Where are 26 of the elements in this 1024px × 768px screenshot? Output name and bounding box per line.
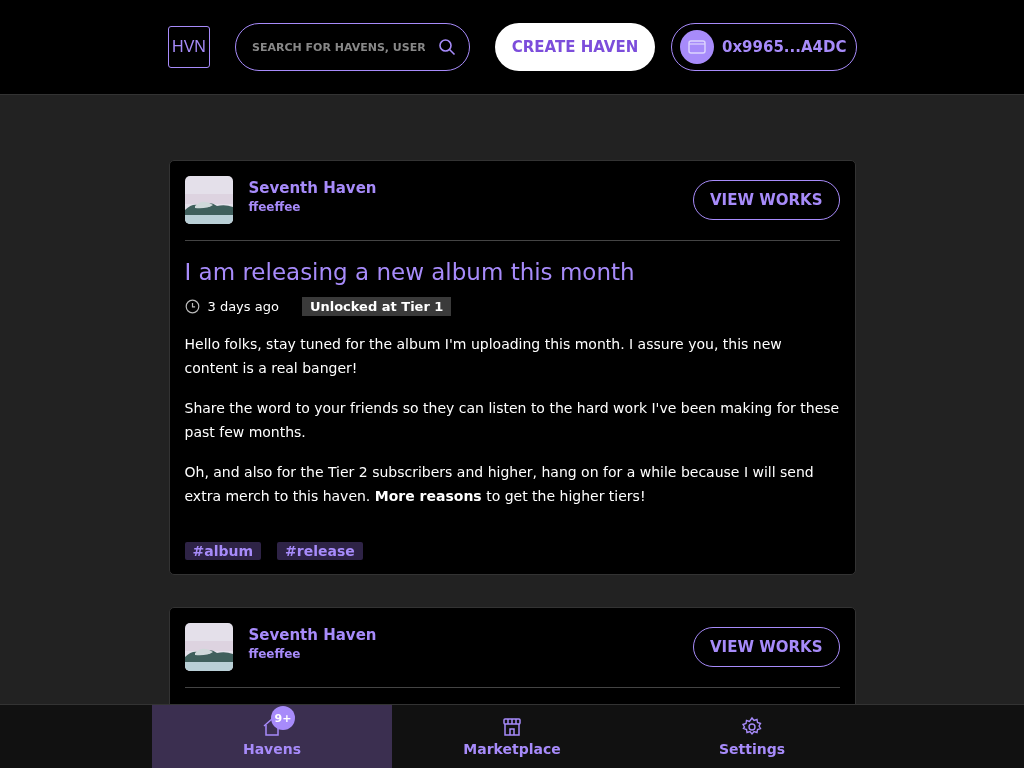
nav-tab[interactable]: Settings <box>632 705 872 768</box>
haven-name[interactable]: Seventh Haven <box>248 178 677 197</box>
search-field[interactable]: SEARCH FOR HAVENS, USER <box>235 23 470 71</box>
post-paragraph: Oh, and also for the Tier 2 subscribers and higher, hang on for a while because I will send extra merch to this haven. More reasons to get the higher tiers! <box>184 463 815 506</box>
view-works-button[interactable]: VIEW WORKS <box>693 627 840 667</box>
post-paragraph: Share the word to your friends so they can listen to the hard work I've been making for these past few months. <box>184 399 840 442</box>
hashtag[interactable]: #album <box>184 542 262 560</box>
post-time: 3 days ago <box>207 299 279 314</box>
logo[interactable]: HVN <box>168 26 210 68</box>
nav-tab[interactable]: 9+ Havens <box>152 705 392 768</box>
post-title: I am releasing a new album this month <box>184 259 636 285</box>
create-haven-button[interactable]: CREATE HAVEN <box>495 23 655 71</box>
haven-name[interactable]: Seventh Haven <box>248 625 677 644</box>
wallet-icon <box>680 30 714 64</box>
hashtag[interactable]: #release <box>277 542 363 560</box>
tier-label: Unlocked at Tier 1 <box>301 297 452 316</box>
view-works-button[interactable]: VIEW WORKS <box>693 180 840 220</box>
post-paragraph: Hello folks, stay tuned for the album I'm uploading this month. I assure you, this new content is a real banger! <box>184 335 783 378</box>
notification-badge: 9+ <box>271 706 295 730</box>
nav-tab[interactable]: Marketplace <box>392 705 632 768</box>
owner-name[interactable]: ffeeffee <box>248 646 677 661</box>
owner-name[interactable]: ffeeffee <box>248 199 677 214</box>
storefront-icon <box>501 716 523 738</box>
clock-icon <box>184 299 200 314</box>
wallet-button[interactable]: 0x9965...A4DC <box>671 23 857 71</box>
search-icon <box>438 38 456 56</box>
